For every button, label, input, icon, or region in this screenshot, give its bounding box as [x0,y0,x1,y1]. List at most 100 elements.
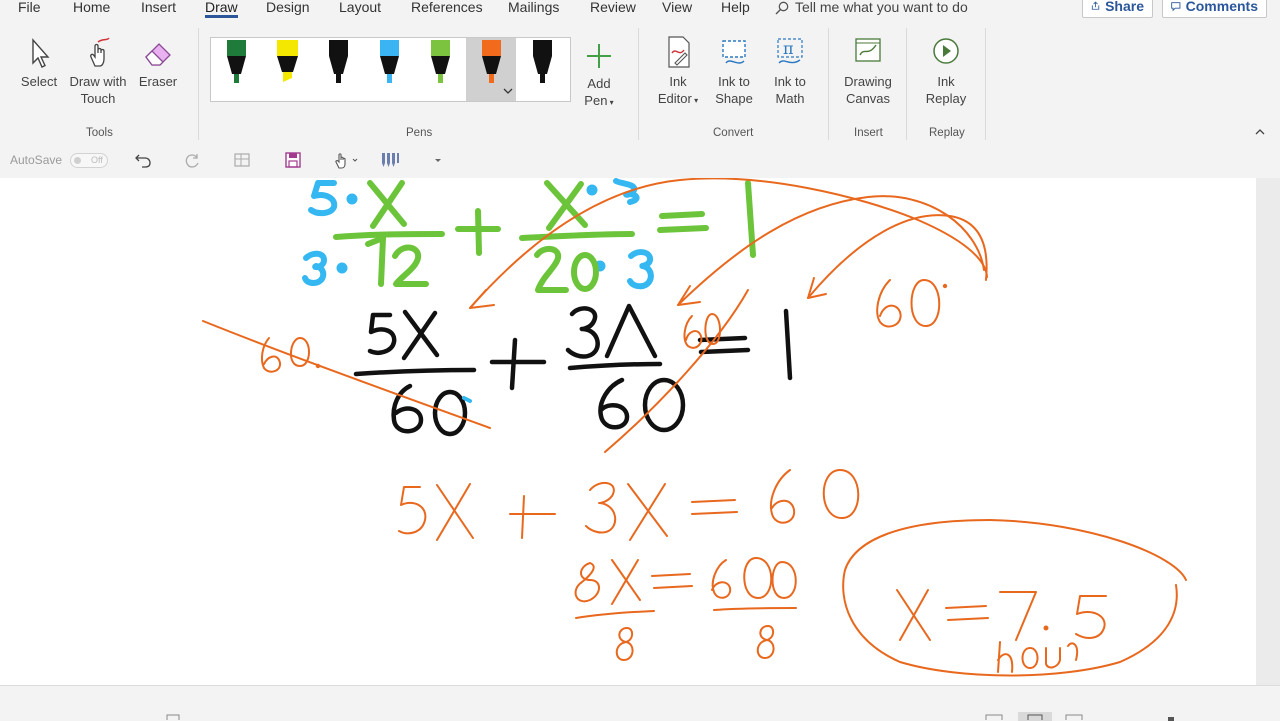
select-label: Select [20,74,58,89]
draw-touch-label-1: Draw with [69,74,127,89]
toggle-knob [74,157,81,164]
group-divider [198,28,199,140]
share-icon [1091,1,1100,10]
pen-light-green[interactable] [415,38,465,101]
add-pen-label-1: Add [587,76,611,91]
ink-orange-annotations [202,177,1187,677]
autosave-label: AutoSave [10,153,63,167]
read-mode-icon[interactable] [984,714,1004,720]
pen-green[interactable] [211,38,261,101]
select-button[interactable]: Select [18,37,60,90]
pens-gallery [210,37,571,102]
tell-me-search[interactable]: Tell me what you want to do [775,0,968,15]
replay-group-label: Replay [929,127,965,139]
ink-editor-label-2: Editor [657,91,692,106]
print-layout-icon [1027,714,1043,720]
ink-to-math-label-1: Ink to [774,74,806,89]
save-icon[interactable] [284,151,302,169]
ribbon-tab-bar: File Home Insert Draw Design Layout Refe… [0,0,1280,18]
autosave-toggle[interactable]: Off [70,153,108,168]
comments-button[interactable]: Comments [1162,0,1267,18]
share-button[interactable]: Share [1082,0,1153,18]
search-icon [775,1,789,15]
drawing-canvas-label-2: Canvas [845,91,891,106]
svg-text:π: π [783,39,794,58]
tab-layout[interactable]: Layout [339,0,381,15]
proofing-icon[interactable] [166,714,180,720]
ink-to-math-icon: π [777,38,803,64]
ink-blue-mark [462,396,472,403]
autosave-state: Off [91,155,103,165]
replay-icon [933,38,959,64]
tab-design[interactable]: Design [266,0,310,15]
document-page[interactable] [0,177,1256,685]
add-pen-button[interactable]: Add Pen ▾ [578,41,620,111]
dropdown-arrow-icon: ▾ [607,98,614,107]
tell-me-text: Tell me what you want to do [795,0,968,15]
dropdown-arrow-icon: ▾ [691,96,699,105]
collapse-ribbon-icon[interactable] [1254,127,1266,137]
pens-qat-icon[interactable] [380,151,400,169]
tools-group-label: Tools [86,127,113,139]
comments-label: Comments [1185,0,1258,14]
quick-access-toolbar: AutoSave Off [0,144,1280,178]
tab-help[interactable]: Help [721,0,750,15]
pen-orange-selected[interactable] [466,38,516,101]
zoom-slider-thumb[interactable] [1168,717,1174,721]
group-divider [828,28,829,140]
draw-with-touch-button[interactable]: Draw with Touch [64,37,132,107]
touch-hand-icon [90,37,110,67]
web-layout-icon[interactable] [1064,714,1084,720]
ink-editor-label-1: Ink [669,74,687,89]
ink-editor-icon [668,36,690,68]
ink-drawing [202,177,1187,677]
ink-replay-button[interactable]: Ink Replay [920,35,972,107]
group-divider [638,28,639,140]
convert-group-label: Convert [713,127,754,139]
pen-black[interactable] [313,38,363,101]
ink-to-shape-button[interactable]: Ink to Shape [712,35,756,107]
add-pen-label-2: Pen [584,93,608,108]
chevron-down-icon [503,88,513,94]
pen-black-2[interactable] [517,38,567,101]
document-area [0,177,1280,685]
draw-table-icon[interactable] [233,151,251,169]
ink-top-equation [302,178,756,293]
ink-to-shape-icon [722,40,746,64]
ink-replay-label-1: Ink [937,74,955,89]
group-divider [985,28,986,140]
eraser-icon [145,43,171,66]
redo-icon[interactable] [183,151,201,169]
pens-group-label: Pens [406,127,433,139]
pen-light-blue[interactable] [364,38,414,101]
ink-to-shape-label-1: Ink to [718,74,750,89]
ink-to-math-label-2: Math [775,91,805,106]
share-label: Share [1105,0,1144,14]
eraser-label: Eraser [138,74,178,89]
ink-to-shape-label-2: Shape [715,91,753,106]
tab-home[interactable]: Home [73,0,110,15]
ink-editor-button[interactable]: Ink Editor ▾ [652,35,704,109]
eraser-button[interactable]: Eraser [136,37,180,90]
group-divider [906,28,907,140]
undo-icon[interactable] [134,151,152,169]
drawing-canvas-button[interactable]: Drawing Canvas [840,35,896,107]
drawing-canvas-icon [855,38,881,62]
status-bar [0,685,1280,721]
plus-icon [587,44,611,68]
tab-file[interactable]: File [18,0,41,15]
select-cursor-icon [32,38,50,68]
ink-to-math-button[interactable]: π Ink to Math [768,35,812,107]
tab-view[interactable]: View [662,0,692,15]
tab-references[interactable]: References [411,0,483,15]
customize-qat-icon[interactable] [432,151,444,169]
drawing-canvas-label-1: Drawing [844,74,892,89]
tab-mailings[interactable]: Mailings [508,0,559,15]
comment-icon [1171,1,1181,11]
tab-draw[interactable]: Draw [205,0,238,18]
insert-group-label: Insert [854,127,883,139]
tab-review[interactable]: Review [590,0,636,15]
pen-yellow-highlighter[interactable] [262,38,312,101]
tab-insert[interactable]: Insert [141,0,176,15]
touch-mode-icon[interactable] [332,151,358,169]
